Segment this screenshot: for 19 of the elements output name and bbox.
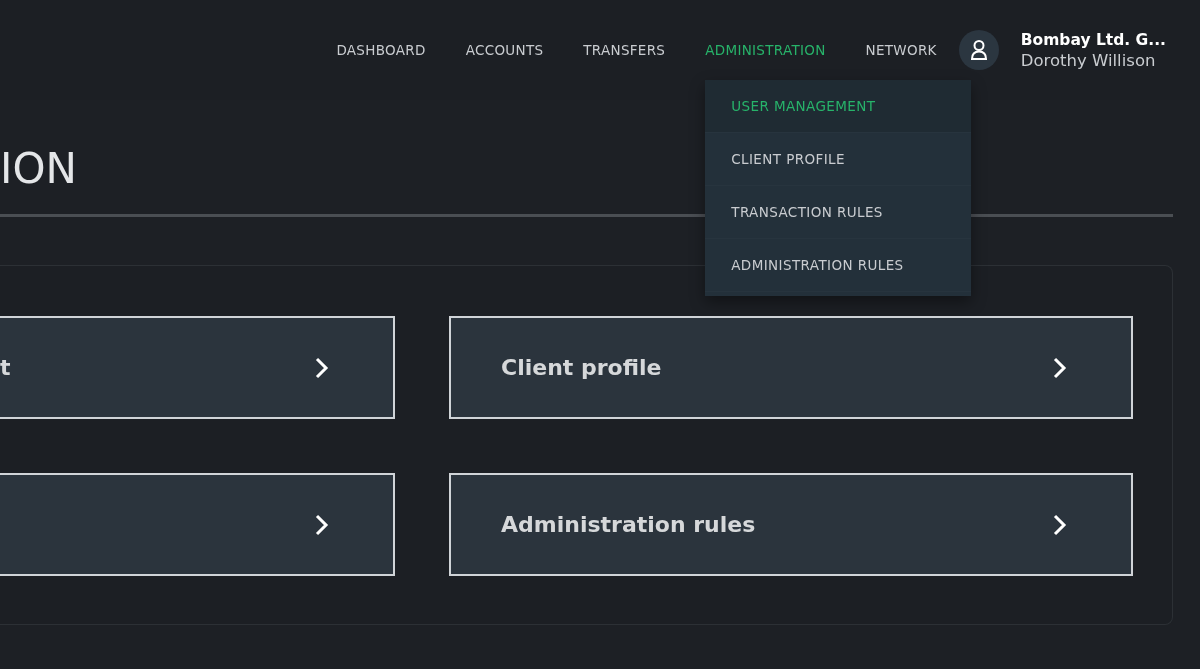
nav-link[interactable]: NETWORK [865, 34, 937, 66]
menu-item[interactable]: CLIENT PROFILE [705, 133, 972, 186]
card-link[interactable]: Client profile [449, 316, 1133, 419]
nav-link[interactable]: ACCOUNTS [465, 34, 544, 66]
chevron-right-icon [1053, 513, 1067, 536]
chevron-right-icon [1053, 356, 1067, 379]
card-link[interactable]: t [0, 316, 395, 419]
user-name: Dorothy Willison [1020, 50, 1157, 70]
chevron-right-icon [315, 356, 329, 379]
nav-link[interactable]: ADMINISTRATION [705, 34, 826, 66]
card-link[interactable]: Administration rules [449, 473, 1133, 576]
chevron-right-icon [315, 513, 329, 536]
menu-item[interactable]: TRANSACTION RULES [705, 186, 972, 239]
user-avatar-icon[interactable] [958, 30, 999, 70]
nav-link[interactable]: DASHBOARD [336, 34, 426, 66]
card-link[interactable] [0, 473, 395, 576]
nav-link[interactable]: TRANSFERS [583, 34, 666, 66]
menu-item[interactable]: USER MANAGEMENT [705, 80, 972, 133]
company-name: Bombay Ltd. G... [1020, 30, 1166, 49]
